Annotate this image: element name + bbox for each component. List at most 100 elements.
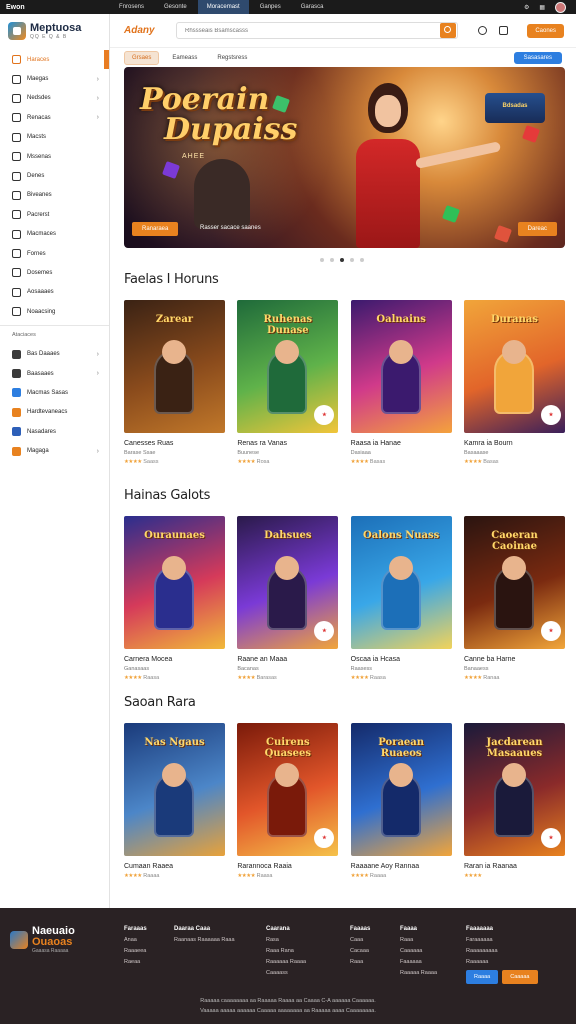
- game-card[interactable]: Poraean Ruaeos Raaaane Aoy Rannaa ★★★★ Raa…: [350, 723, 452, 879]
- game-title[interactable]: Kamra ia Bourn: [464, 440, 565, 447]
- top-nav-item[interactable]: Gesonte: [155, 0, 196, 14]
- footer-logo[interactable]: Naeuaio Ouaoas Gaaasa Raaaaa: [10, 926, 75, 954]
- sidebar-item[interactable]: Macsts: [0, 128, 109, 147]
- top-brand[interactable]: Ewon: [0, 4, 110, 11]
- game-thumbnail[interactable]: Duranas ★: [463, 300, 565, 433]
- avatar[interactable]: [555, 1, 566, 13]
- sidebar-item[interactable]: Magaga ›: [0, 441, 109, 460]
- footer-link[interactable]: Rasa: [266, 935, 306, 946]
- header-logo[interactable]: Adany: [124, 25, 172, 36]
- game-thumbnail[interactable]: Zarear: [124, 300, 225, 433]
- cart-icon[interactable]: [499, 26, 508, 35]
- game-title[interactable]: Rarannoca Raaia: [237, 863, 338, 870]
- game-thumbnail[interactable]: Ruhenas Dunase ★: [237, 300, 339, 433]
- sidebar-item[interactable]: Noaacsing: [0, 302, 109, 321]
- game-card[interactable]: Ruhenas Dunase ★ Renas ra Vanas Buunese ★★★★…: [237, 300, 339, 465]
- footer-link[interactable]: Cacaaa: [350, 946, 370, 957]
- footer-link[interactable]: Raaa Rana: [266, 946, 306, 957]
- game-card[interactable]: Cuirens Quasees ★ Rarannoca Raaia ★★★★ Raas…: [237, 723, 339, 879]
- game-title[interactable]: Oscaa ia Hcasa: [351, 656, 452, 663]
- game-title[interactable]: Raaaane Aoy Rannaa: [351, 863, 452, 870]
- game-card[interactable]: Caoeran Caoinae ★ Canne ba Harne Banaaess ★★…: [463, 516, 565, 681]
- sidebar-item[interactable]: Macmas Sasas: [0, 383, 109, 402]
- game-title[interactable]: Renas ra Vanas: [237, 440, 338, 447]
- search-icon[interactable]: [440, 23, 456, 38]
- carousel-dot[interactable]: [360, 258, 364, 262]
- game-thumbnail[interactable]: Caoeran Caoinae ★: [463, 516, 565, 649]
- tab[interactable]: Regstsress: [210, 52, 254, 64]
- game-thumbnail[interactable]: Cuirens Quasees ★: [237, 723, 339, 856]
- footer-link[interactable]: Raanaas Raaaaaa Raaa: [174, 935, 235, 946]
- footer-link[interactable]: Raaaaa Raaaa: [400, 968, 437, 979]
- hero-primary-button[interactable]: Ranaraea: [132, 222, 179, 236]
- carousel-dot[interactable]: [320, 258, 324, 262]
- hero-secondary-button[interactable]: Dareac: [517, 222, 557, 236]
- footer-link[interactable]: Caaaass: [266, 968, 306, 979]
- game-title[interactable]: Cumaan Raaea: [124, 863, 225, 870]
- game-title[interactable]: Raasa ia Hanae: [351, 440, 452, 447]
- sidebar-item[interactable]: Biveanes: [0, 186, 109, 205]
- game-thumbnail[interactable]: Poraean Ruaeos: [350, 723, 452, 856]
- game-card[interactable]: Nas Ngaus Cumaan Raaea ★★★★ Raaaa: [124, 723, 225, 879]
- game-card[interactable]: Ouraunaes Carnera Mocea Ganasaas ★★★★ Raasa: [124, 516, 225, 681]
- play-store-button[interactable]: Caaaaa: [502, 970, 538, 984]
- footer-link[interactable]: Raaa: [350, 957, 370, 968]
- sidebar-item[interactable]: Mssenas: [0, 147, 109, 166]
- sidebar-item[interactable]: Aosaaaes: [0, 283, 109, 302]
- sidebar-item[interactable]: Bas Daaaes ›: [0, 344, 109, 363]
- game-title[interactable]: Canne ba Harne: [464, 656, 565, 663]
- hero-mini-card[interactable]: Bdsadas: [485, 93, 545, 123]
- game-title[interactable]: Raran ia Raanaa: [464, 863, 565, 870]
- footer-link[interactable]: Anaa: [124, 935, 147, 946]
- sidebar-logo[interactable]: Meptuosa QQ E Q & B: [0, 14, 109, 50]
- game-thumbnail[interactable]: Oalnains: [350, 300, 452, 433]
- sidebar-item[interactable]: Macmaces: [0, 225, 109, 244]
- sidebar-item[interactable]: Dosemes: [0, 263, 109, 282]
- game-title[interactable]: Raane an Maaa: [237, 656, 338, 663]
- grid-icon[interactable]: ▦: [539, 4, 545, 11]
- game-card[interactable]: Duranas ★ Kamra ia Bourn Basaaase ★★★★ Basas: [463, 300, 565, 465]
- game-title[interactable]: Carnera Mocea: [124, 656, 225, 663]
- sidebar-item[interactable]: Baasaaes ›: [0, 364, 109, 383]
- game-card[interactable]: Oalons Nuass Oscaa ia Hcasa Raasess ★★★★ Ra…: [350, 516, 452, 681]
- sidebar-item[interactable]: Maegas ›: [0, 69, 109, 88]
- footer-link[interactable]: Raaaaaa Raaaa: [266, 957, 306, 968]
- game-thumbnail[interactable]: Dahsues ★: [237, 516, 339, 649]
- sidebar-item[interactable]: Haraces: [0, 50, 109, 70]
- app-store-button[interactable]: Raaaa: [466, 970, 499, 984]
- footer-link[interactable]: Faaaaaa: [400, 957, 437, 968]
- game-card[interactable]: Dahsues ★ Raane an Maaa Bacanas ★★★★ Barasas: [237, 516, 339, 681]
- bell-icon[interactable]: ⚙: [524, 4, 529, 11]
- game-card[interactable]: Jacdarean Masaaues ★ Raran ia Raanaa ★★★★: [463, 723, 565, 879]
- carousel-dot[interactable]: [350, 258, 354, 262]
- tab-active[interactable]: Grsaes: [124, 51, 160, 65]
- game-card[interactable]: Oalnains Raasa ia Hanae Dasiaaa ★★★★ Basas: [350, 300, 452, 465]
- footer-link[interactable]: Raaaaaaaaa: [466, 946, 498, 957]
- footer-link[interactable]: Faraaaaaa: [466, 935, 498, 946]
- subnav-action-button[interactable]: Sasasares: [513, 52, 562, 64]
- top-nav-item[interactable]: Fnrosens: [110, 0, 153, 14]
- game-card[interactable]: Zarear Canesses Ruas Barase Ssae ★★★★ Saass: [124, 300, 225, 465]
- sidebar-item[interactable]: Pacrerst: [0, 205, 109, 224]
- game-thumbnail[interactable]: Nas Ngaus: [124, 723, 225, 856]
- header-cta-button[interactable]: Caones: [527, 23, 564, 38]
- search-input[interactable]: [177, 27, 440, 34]
- sidebar-item[interactable]: Hardtevaneacs: [0, 403, 109, 422]
- footer-link[interactable]: Raaa: [400, 935, 437, 946]
- sidebar-item[interactable]: Renacas ›: [0, 108, 109, 127]
- footer-link[interactable]: Raaaaaa: [466, 957, 498, 968]
- carousel-dot[interactable]: [330, 258, 334, 262]
- footer-link[interactable]: Caaa: [350, 935, 370, 946]
- footer-link[interactable]: Caaaaaa: [400, 946, 437, 957]
- sidebar-item[interactable]: Fornes: [0, 244, 109, 263]
- hero-banner[interactable]: Poerain Dupaiss AHEE Bdsadas Ranaraea Ra…: [124, 67, 565, 248]
- game-thumbnail[interactable]: Ouraunaes: [124, 516, 225, 649]
- top-nav-item[interactable]: Ganpes: [251, 0, 290, 14]
- top-nav-item[interactable]: Garasca: [292, 0, 333, 14]
- sidebar-item[interactable]: Nedsdes ›: [0, 89, 109, 108]
- sidebar-item[interactable]: Nasadares: [0, 422, 109, 441]
- game-thumbnail[interactable]: Jacdarean Masaaues ★: [463, 723, 565, 856]
- carousel-dot-active[interactable]: [340, 258, 344, 262]
- search-icon[interactable]: [478, 26, 487, 35]
- footer-link[interactable]: Raaaeea: [124, 946, 147, 957]
